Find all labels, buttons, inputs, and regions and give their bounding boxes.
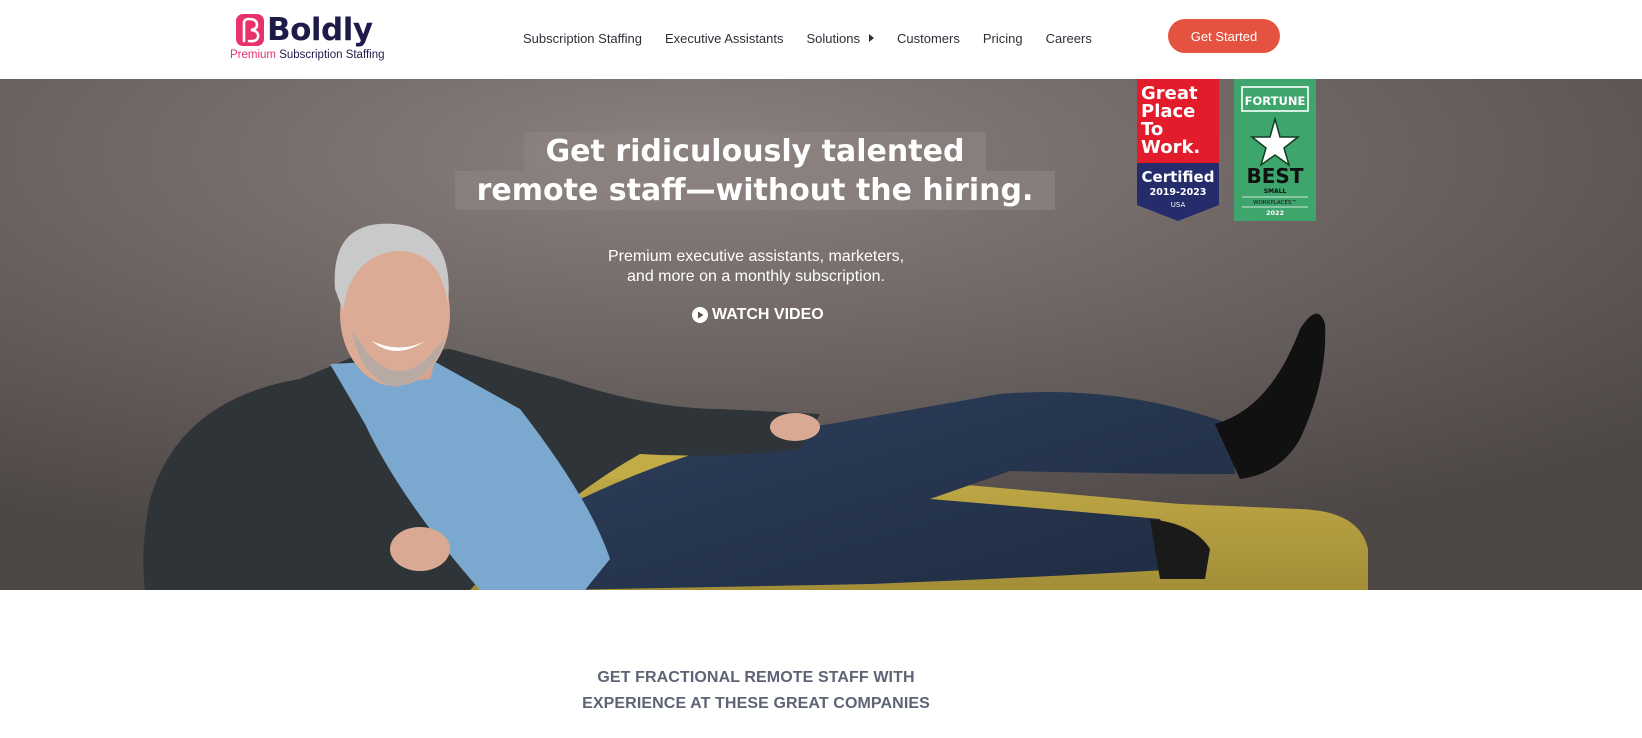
fortune-small: SMALL	[1264, 188, 1287, 195]
headline-line-1: Get ridiculously talented	[523, 132, 987, 171]
great-place-to-work-badge[interactable]: Great Place To Work. Certified 2019-2023…	[1137, 79, 1219, 221]
fortune-best-workplaces-badge[interactable]: FORTUNE BEST SMALL WORKPLACES™ 2022	[1234, 79, 1316, 221]
caret-right-icon	[868, 34, 874, 42]
nav-solutions[interactable]: Solutions	[807, 31, 874, 46]
play-circle-icon	[692, 307, 708, 323]
subtext-line-1: Premium executive assistants, marketers,	[607, 248, 905, 265]
nav-customers[interactable]: Customers	[897, 31, 960, 46]
site-header: Boldly Premium Subscription Staffing Sub…	[0, 0, 1642, 79]
clients-heading-line-2: EXPERIENCE AT THESE GREAT COMPANIES	[582, 695, 930, 712]
gptw-country: USA	[1171, 201, 1186, 209]
watch-video-label: WATCH VIDEO	[712, 306, 824, 323]
fortune-best: BEST	[1247, 164, 1304, 188]
fortune-workplaces: WORKPLACES™	[1253, 199, 1297, 206]
subtext-line-2: and more on a monthly subscription.	[627, 268, 885, 285]
clients-heading-line-1: GET FRACTIONAL REMOTE STAFF WITH	[597, 669, 915, 686]
gptw-years: 2019-2023	[1150, 187, 1207, 198]
nav-pricing[interactable]: Pricing	[983, 31, 1023, 46]
nav-subscription-staffing[interactable]: Subscription Staffing	[523, 31, 642, 46]
gptw-certified: Certified	[1142, 168, 1215, 186]
tagline-rest: Subscription Staffing	[276, 49, 385, 61]
get-started-button[interactable]: Get Started	[1168, 19, 1280, 53]
main-nav: Subscription Staffing Executive Assistan…	[523, 27, 1115, 49]
watch-video-button[interactable]: WATCH VIDEO	[692, 304, 824, 326]
page: Boldly Premium Subscription Staffing Sub…	[0, 0, 1642, 738]
clients-heading: GET FRACTIONAL REMOTE STAFF WITH EXPERIE…	[0, 665, 1512, 717]
logo-tagline: Premium Subscription Staffing	[230, 48, 384, 62]
headline-line-2: remote staff—without the hiring.	[454, 171, 1056, 210]
tagline-accent: Premium	[230, 49, 277, 61]
fortune-year: 2022	[1266, 209, 1284, 217]
boldly-logo-mark-icon	[236, 14, 264, 46]
nav-executive-assistants[interactable]: Executive Assistants	[665, 31, 784, 46]
fortune-title: FORTUNE	[1245, 94, 1306, 108]
logo-wordmark: Boldly	[267, 12, 373, 48]
hero-section: Get ridiculously talented remote staff—w…	[0, 79, 1642, 590]
boldly-logo[interactable]: Boldly Premium Subscription Staffing	[230, 12, 390, 64]
nav-solutions-label: Solutions	[806, 30, 860, 46]
nav-careers[interactable]: Careers	[1046, 31, 1092, 46]
gptw-line-4: Work.	[1141, 137, 1200, 158]
hero-subtext: Premium executive assistants, marketers,…	[0, 247, 1512, 287]
